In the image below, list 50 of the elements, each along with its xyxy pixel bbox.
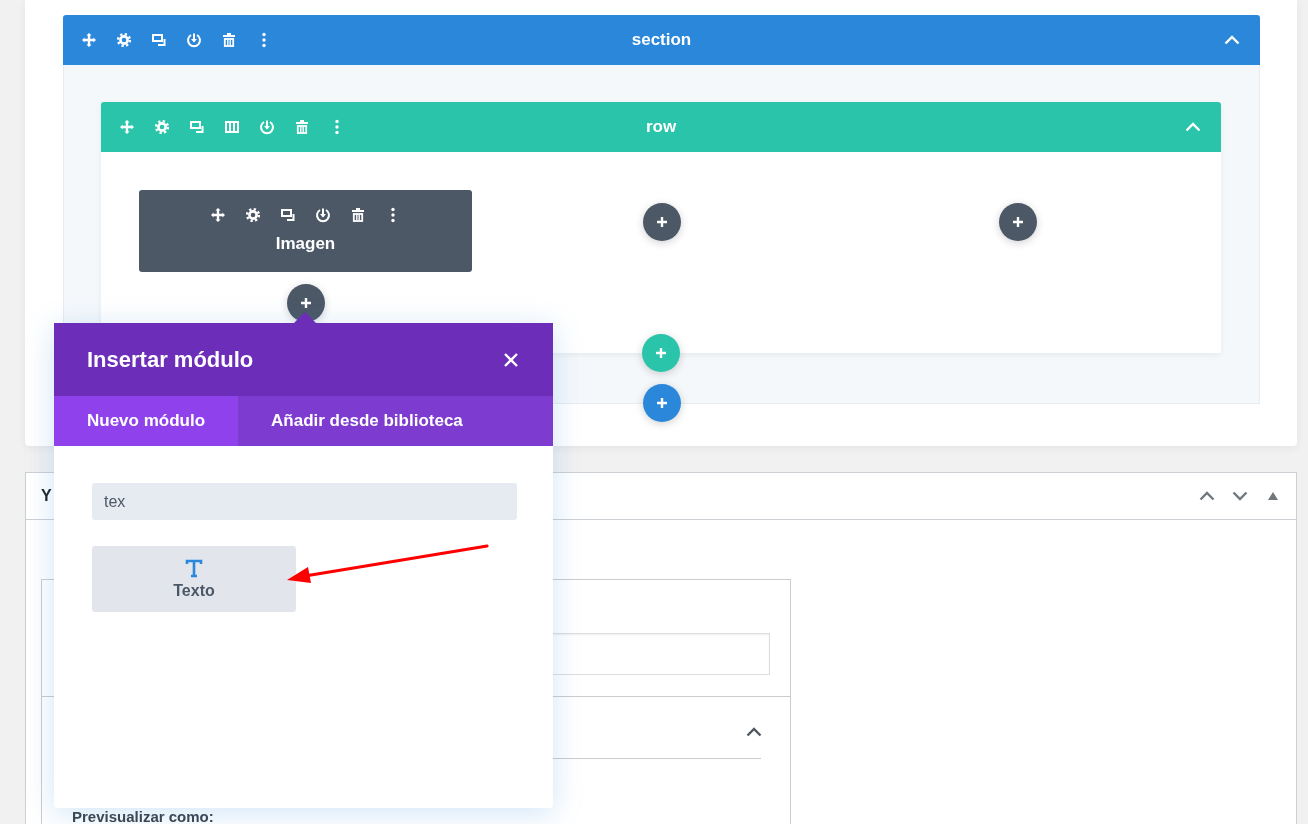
metabox-title: Y (41, 487, 52, 505)
settings-icon (115, 32, 132, 48)
trash-icon (220, 32, 237, 48)
save-icon (258, 119, 275, 135)
close-icon (503, 351, 519, 368)
settings-button[interactable] (114, 30, 133, 50)
add-row-button[interactable] (642, 334, 680, 372)
trash-icon (350, 206, 366, 223)
more-icon (261, 32, 266, 48)
settings-icon (153, 119, 170, 135)
text-icon (185, 558, 203, 578)
plus-icon (655, 397, 668, 409)
save-icon (185, 32, 202, 48)
duplicate-icon (280, 206, 296, 223)
add-module-button[interactable] (286, 284, 325, 322)
save-icon (315, 206, 331, 223)
module-tile[interactable]: Texto (92, 546, 296, 612)
chevron-down-icon (1231, 491, 1248, 501)
chevron-up-icon (1224, 35, 1240, 45)
chevron-up-icon (746, 727, 762, 737)
duplicate-icon (188, 119, 205, 135)
move-icon (118, 119, 135, 135)
trash-icon (293, 119, 310, 135)
chevron-up-icon (1198, 491, 1215, 501)
plus-icon (655, 216, 668, 228)
dialog-title: Insertar módulo (87, 346, 254, 373)
plus-icon (655, 347, 667, 359)
move-button[interactable] (208, 205, 228, 224)
settings-button[interactable] (243, 205, 263, 224)
more-icon (334, 119, 339, 135)
move-icon (80, 32, 97, 48)
module-label: Imagen (275, 234, 336, 254)
more-icon (391, 206, 395, 223)
add-module-button[interactable] (642, 203, 681, 241)
preview-label: Previsualizar como: (72, 809, 215, 824)
plus-icon (1011, 216, 1024, 228)
plus-icon (299, 297, 312, 309)
search-field[interactable]: tex (92, 483, 517, 520)
row-title: row (645, 117, 677, 137)
triangle-up-icon (1267, 492, 1278, 500)
image-module[interactable]: Imagen (139, 190, 472, 272)
move-icon (210, 206, 226, 223)
add-section-button[interactable] (642, 384, 681, 422)
section-title: section (631, 30, 692, 50)
add-module-button[interactable] (998, 203, 1037, 241)
settings-icon (245, 206, 261, 223)
tab[interactable]: Nuevo módulo (54, 396, 239, 446)
duplicate-icon (150, 32, 167, 48)
columns-icon (223, 119, 240, 135)
chevron-up-icon (1185, 122, 1201, 132)
